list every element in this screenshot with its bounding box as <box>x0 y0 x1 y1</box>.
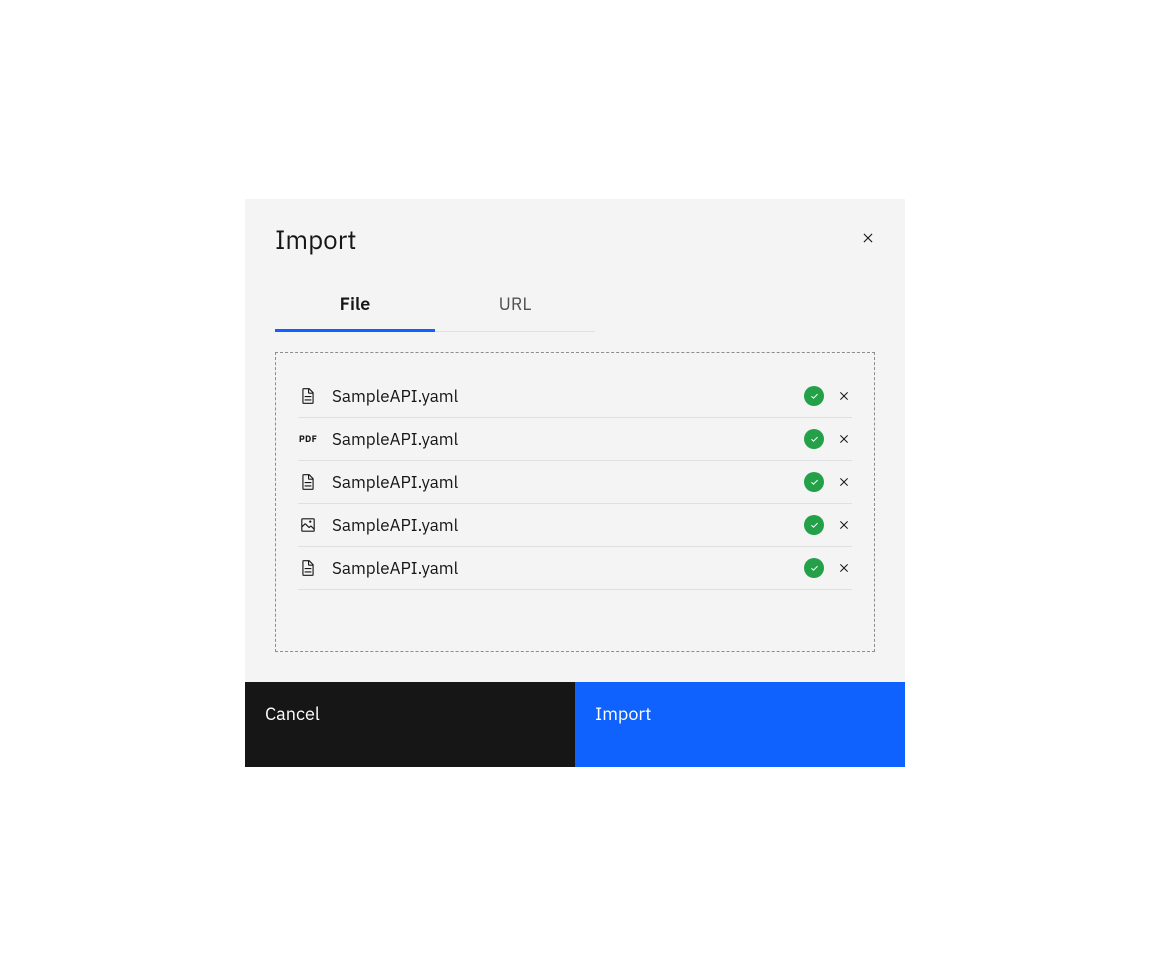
success-icon <box>804 515 824 535</box>
remove-file-button[interactable] <box>836 560 852 576</box>
close-icon <box>859 229 877 247</box>
file-name: SampleAPI.yaml <box>332 385 804 407</box>
tab-url[interactable]: URL <box>435 282 595 332</box>
pdf-icon: PDF <box>298 429 318 449</box>
success-icon <box>804 386 824 406</box>
remove-file-button[interactable] <box>836 431 852 447</box>
cancel-button[interactable]: Cancel <box>245 682 575 767</box>
remove-file-button[interactable] <box>836 388 852 404</box>
document-icon <box>298 558 318 578</box>
file-name: SampleAPI.yaml <box>332 557 804 579</box>
modal-header: Import <box>245 199 905 257</box>
tabs: File URL <box>275 281 595 332</box>
file-row: SampleAPI.yaml <box>298 504 852 547</box>
import-modal: Import File URL SampleAPI.yaml PDF Sampl… <box>245 199 905 767</box>
file-dropzone[interactable]: SampleAPI.yaml PDF SampleAPI.yaml Sample… <box>275 352 875 652</box>
tab-file[interactable]: File <box>275 282 435 332</box>
close-icon <box>836 431 852 447</box>
success-icon <box>804 429 824 449</box>
remove-file-button[interactable] <box>836 517 852 533</box>
file-row: SampleAPI.yaml <box>298 461 852 504</box>
file-row: PDF SampleAPI.yaml <box>298 418 852 461</box>
success-icon <box>804 472 824 492</box>
image-icon <box>298 515 318 535</box>
success-icon <box>804 558 824 578</box>
document-icon <box>298 386 318 406</box>
file-name: SampleAPI.yaml <box>332 471 804 493</box>
close-button[interactable] <box>855 225 881 251</box>
modal-footer: Cancel Import <box>245 682 905 767</box>
close-icon <box>836 560 852 576</box>
document-icon <box>298 472 318 492</box>
import-button[interactable]: Import <box>575 682 905 767</box>
file-name: SampleAPI.yaml <box>332 428 804 450</box>
file-row: SampleAPI.yaml <box>298 547 852 590</box>
close-icon <box>836 388 852 404</box>
close-icon <box>836 517 852 533</box>
modal-title: Import <box>275 223 357 257</box>
close-icon <box>836 474 852 490</box>
file-name: SampleAPI.yaml <box>332 514 804 536</box>
file-row: SampleAPI.yaml <box>298 375 852 418</box>
remove-file-button[interactable] <box>836 474 852 490</box>
